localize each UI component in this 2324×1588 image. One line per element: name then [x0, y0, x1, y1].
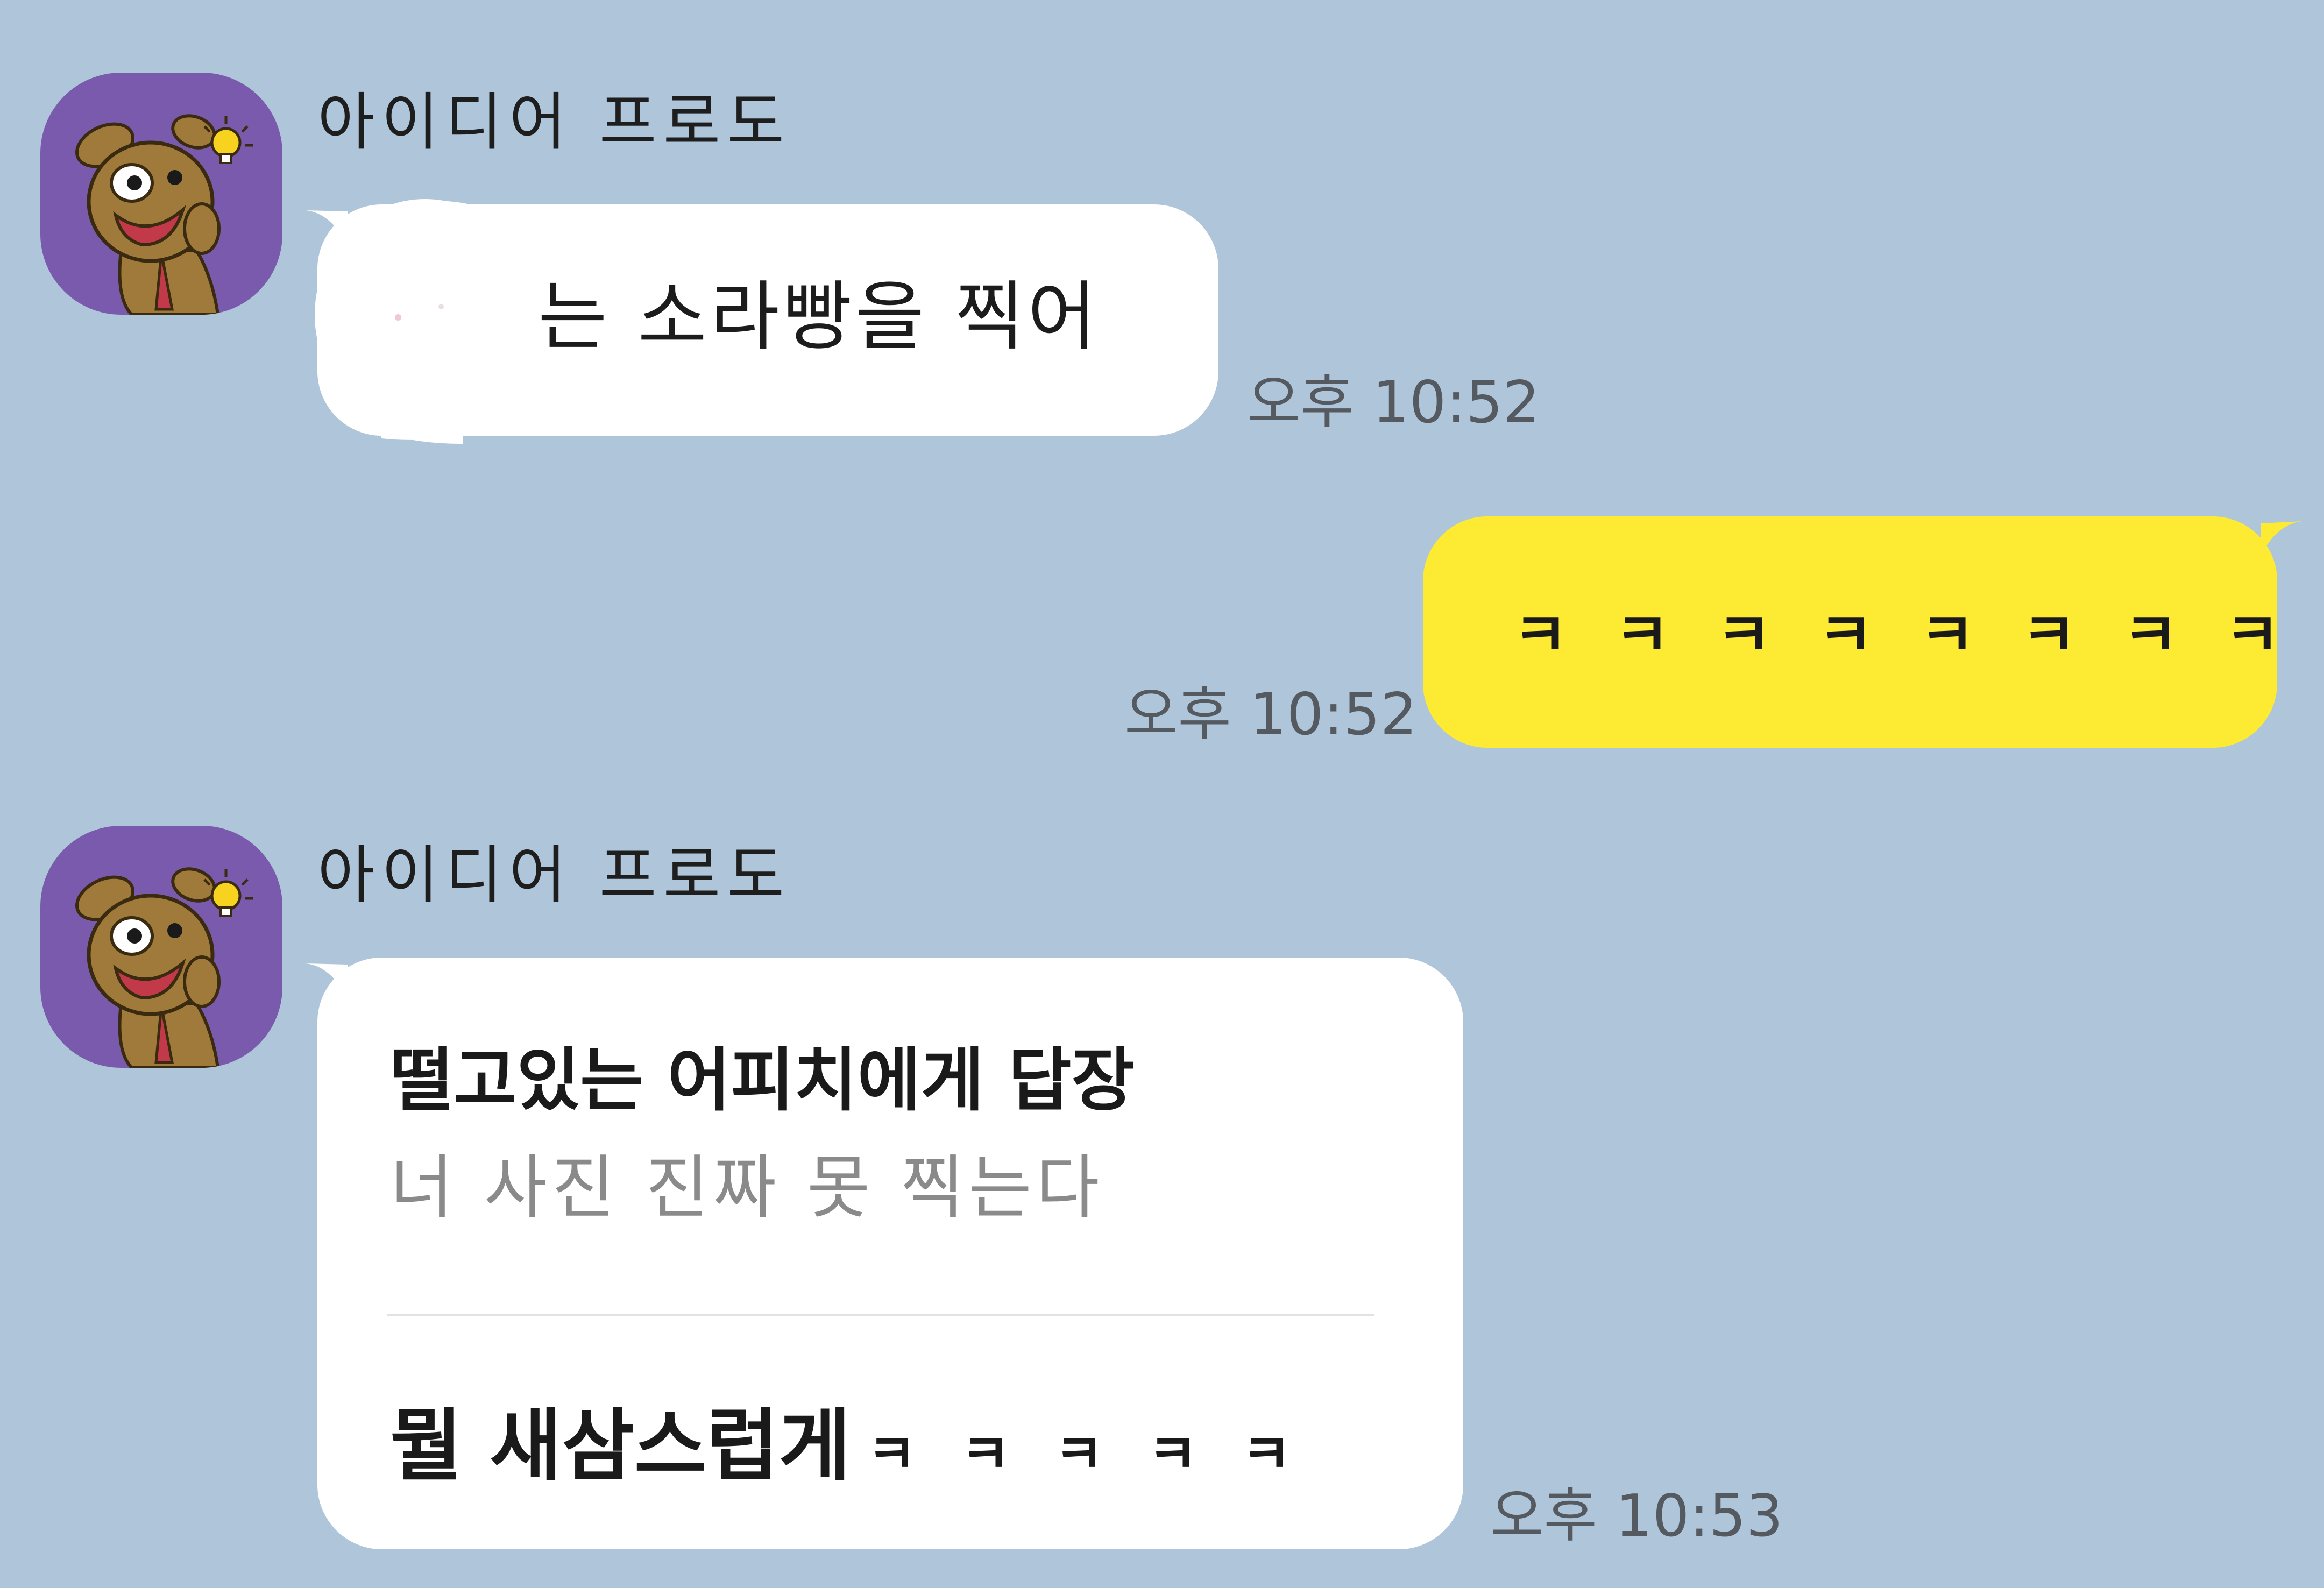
message-text: ㅋㅋㅋㅋㅋㅋㅋㅋ — [1513, 600, 2324, 670]
reply-quoted-text: 너 사진 진짜 못 찍는다 — [390, 1148, 1104, 1228]
chat-room: 아이디어 프로도 는 소라빵을 찍어 오후 10:52 ㅋㅋㅋㅋㅋㅋㅋㅋ 오후 … — [0, 0, 2324, 1588]
message-time: 오후 10:52 — [1124, 681, 1418, 748]
message-text-kk: ㅋㅋㅋㅋㅋ — [867, 1423, 1335, 1486]
frodo-dog-character-icon — [75, 114, 253, 315]
message-time: 오후 10:52 — [1247, 369, 1540, 436]
reply-target-title: 떨고있는 어피치에게 답장 — [390, 1040, 1135, 1121]
message-text: 뭘 새삼스럽게 ㅋㅋㅋㅋㅋ — [390, 1407, 1335, 1485]
sender-avatar[interactable] — [40, 73, 282, 315]
message-text: 는 소라빵을 찍어 — [538, 273, 1100, 361]
sender-name: 아이디어 프로도 — [317, 86, 791, 159]
sender-name: 아이디어 프로도 — [317, 839, 791, 912]
bubble-tail — [306, 210, 348, 245]
reply-divider — [387, 1314, 1374, 1316]
bubble-tail — [2261, 521, 2302, 557]
message-text-main: 뭘 새삼스럽게 — [390, 1400, 851, 1492]
message-time: 오후 10:53 — [1490, 1483, 1783, 1550]
frodo-dog-character-icon — [75, 867, 253, 1068]
sender-avatar[interactable] — [40, 826, 282, 1068]
bubble-tail — [306, 963, 348, 998]
